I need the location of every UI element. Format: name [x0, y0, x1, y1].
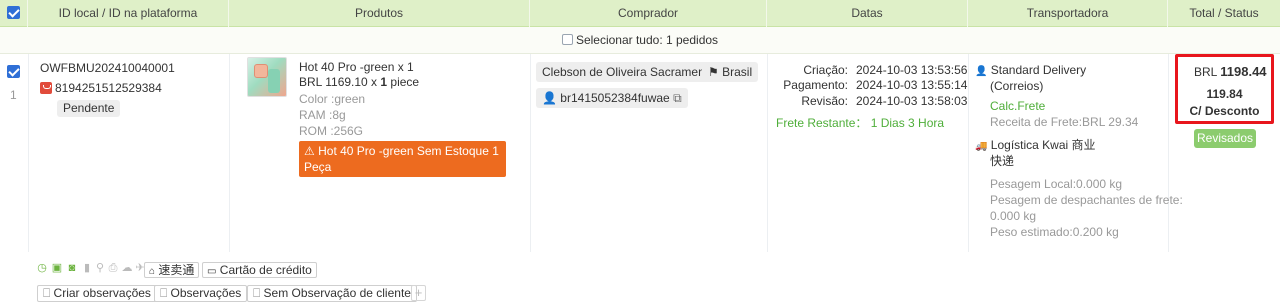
observations-button[interactable]: ⎕ Observações [154, 285, 248, 302]
tracking-icon[interactable]: ◙ [66, 262, 78, 274]
header-id: ID local / ID na plataforma [28, 0, 229, 27]
select-all-orders-checkbox[interactable] [561, 34, 573, 46]
header-total: Total / Status [1189, 6, 1259, 20]
reviewed-status-button[interactable]: Revisados [1194, 129, 1256, 148]
cloud-icon[interactable]: ☁ [121, 262, 133, 274]
bookmark-icon: ⎕ [253, 286, 261, 300]
header-products: Produtos [229, 0, 530, 27]
divider [1168, 54, 1169, 252]
buyer-name[interactable]: Clebson de Oliveira Sacramento [536, 62, 721, 82]
buyer-account[interactable]: 👤 br1415052384fuwae ⧉ [536, 88, 688, 108]
calc-freight-link[interactable]: Calc.Frete [990, 99, 1045, 113]
reviewed-label: Revisão: [801, 94, 848, 108]
order-row-checkbox[interactable] [7, 65, 20, 78]
bookmark-icon: ⎕ [43, 286, 51, 300]
add-button[interactable]: + [411, 285, 426, 301]
flag-icon: ⚑ [708, 65, 719, 79]
copy-icon[interactable]: ⧉ [673, 91, 682, 105]
product-ram: RAM :8g [299, 108, 346, 122]
divider [968, 54, 969, 252]
user-icon: 👤 [542, 91, 557, 105]
print-icon[interactable]: ⎙ [107, 262, 119, 274]
status-badge: Pendente [57, 100, 121, 117]
carrier-service: 👤 Standard Delivery [975, 63, 1087, 77]
reviewed-value: 2024-10-03 13:58:03 [856, 94, 968, 108]
truck-icon: 🚚 [975, 141, 988, 152]
platform-id-text: 8194251512529384 [55, 81, 162, 95]
discount-amount: 119.84 [1206, 87, 1243, 101]
stock-warning: ⚠ Hot 40 Pro -green Sem Estoque 1 Peça (… [299, 141, 506, 190]
product-name[interactable]: Hot 40 Pro -green x 1 [299, 60, 414, 74]
weight-dispatch: Pesagem de despachantes de frete: [990, 193, 1183, 207]
lock-icon[interactable]: ▮ [81, 262, 93, 274]
logistics-name: 🚚 Logística Kwai 商业 [975, 138, 1096, 152]
money-icon[interactable]: ▣ [51, 262, 63, 274]
shipping-remaining: Frete Restante： 1 Dias 3 Hora [776, 116, 945, 130]
bookmark-icon: ⎕ [160, 286, 168, 300]
divider [530, 54, 531, 252]
platform-tag: ⌂ 速卖通 [144, 262, 200, 278]
created-label: Criação: [803, 63, 848, 77]
platform-order-id[interactable]: 8194251512529384 [40, 81, 162, 95]
weight-estimated: Peso estimado:0.200 kg [990, 225, 1119, 239]
table-header: ID local / ID na plataforma Produtos Com… [0, 0, 1280, 27]
created-value: 2024-10-03 13:53:56 [856, 63, 968, 77]
divider [229, 54, 230, 252]
divider [28, 54, 29, 252]
select-all-label: Selecionar tudo: 1 pedidos [575, 33, 719, 47]
header-carrier: Transportadora [968, 0, 1168, 27]
local-order-id[interactable]: OWFBMU202410040001 [40, 61, 175, 75]
buyer-country: ⚑ Brasil [702, 62, 759, 82]
header-buyer: Comprador [530, 0, 767, 27]
logistics-sub: 快递 [990, 154, 1015, 168]
discount-label: C/ Desconto [1189, 104, 1260, 118]
weight-dispatch-value: 0.000 kg [990, 209, 1037, 223]
shipping-receipt: Receita de Frete:BRL 29.34 [990, 115, 1139, 129]
product-price: BRL 1169.10 x 1 piece [299, 75, 420, 89]
payment-tag: ▭ Cartão de crédito [202, 262, 317, 278]
create-observation-button[interactable]: ⎕ Criar observações [37, 285, 157, 302]
order-total: BRL 1198.44 [1194, 64, 1267, 79]
row-index: 1 [10, 88, 17, 102]
clock-icon[interactable]: ◷ [36, 262, 48, 274]
product-rom: ROM :256G [299, 124, 364, 138]
carrier-service-sub: (Correios) [990, 79, 1044, 93]
card-icon: ▭ [207, 266, 217, 277]
select-all-row: Selecionar tudo: 1 pedidos [0, 27, 1280, 54]
product-thumbnail[interactable] [247, 57, 287, 97]
select-all-checkbox[interactable] [7, 6, 20, 20]
warning-icon: ⚠ [304, 144, 315, 158]
shop-icon [40, 82, 52, 94]
client-observation-button[interactable]: ⎕ Sem Observação de cliente [247, 285, 417, 302]
paid-label: Pagamento: [783, 78, 848, 92]
paid-value: 2024-10-03 13:55:14 [856, 78, 968, 92]
user-icon: 👤 [975, 66, 988, 77]
weight-local: Pesagem Local:0.000 kg [990, 177, 1123, 191]
header-select-cell [0, 0, 28, 27]
header-dates: Datas [767, 0, 968, 27]
product-color: Color :green [299, 92, 366, 106]
store-icon: ⌂ [149, 266, 156, 277]
divider [767, 54, 768, 252]
location-icon[interactable]: ⚲ [94, 262, 106, 274]
